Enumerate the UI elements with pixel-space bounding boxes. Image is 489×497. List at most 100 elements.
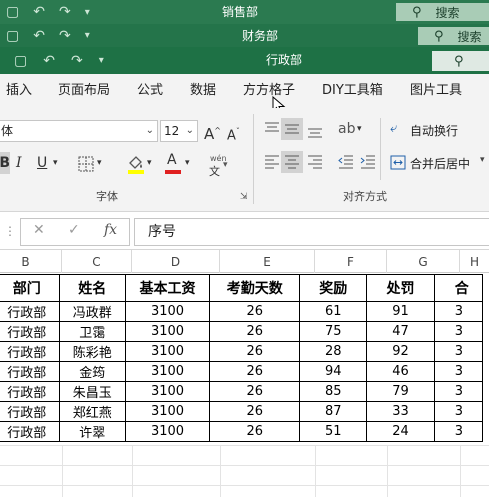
table-cell[interactable]: 3 bbox=[433, 401, 484, 422]
tab-diy-toolbox[interactable]: DIY工具箱 bbox=[322, 74, 383, 108]
customize-icon[interactable]: ▾ bbox=[85, 30, 90, 41]
table-cell[interactable]: 行政部 bbox=[0, 401, 60, 422]
search-box[interactable]: ⚲ 搜索 bbox=[418, 27, 489, 45]
name-cell[interactable]: 陈彩艳 bbox=[58, 341, 126, 362]
table-cell[interactable]: 3 bbox=[433, 381, 484, 402]
undo-icon[interactable]: ↶ bbox=[43, 53, 55, 69]
column-header-h[interactable]: H bbox=[460, 250, 489, 273]
save-icon[interactable]: ▢ bbox=[6, 4, 19, 20]
table-cell[interactable]: 51 bbox=[299, 421, 368, 442]
search-box[interactable]: ⚲ bbox=[432, 51, 489, 71]
undo-icon[interactable]: ↶ bbox=[33, 4, 45, 20]
table-cell[interactable]: 行政部 bbox=[0, 341, 60, 362]
table-cell[interactable]: 3100 bbox=[124, 361, 211, 382]
table-cell[interactable]: 3100 bbox=[124, 381, 211, 402]
table-cell[interactable]: 61 bbox=[299, 301, 368, 322]
resize-handle-icon[interactable]: ⋮ bbox=[4, 224, 16, 238]
borders-icon[interactable] bbox=[78, 156, 94, 172]
table-cell[interactable]: 85 bbox=[299, 381, 368, 402]
align-top-icon[interactable] bbox=[264, 122, 280, 136]
tab-insert[interactable]: 插入 bbox=[6, 74, 32, 108]
name-cell[interactable]: 金筠 bbox=[58, 361, 126, 382]
table-cell[interactable]: 94 bbox=[299, 361, 368, 382]
table-cell[interactable]: 26 bbox=[209, 321, 301, 342]
tab-data[interactable]: 数据 bbox=[190, 74, 216, 108]
table-cell[interactable]: 28 bbox=[299, 341, 368, 362]
table-cell[interactable]: 3100 bbox=[124, 401, 211, 422]
chevron-down-icon[interactable]: ⌄ bbox=[146, 121, 154, 141]
formula-input[interactable] bbox=[134, 218, 489, 246]
header-cell[interactable]: 基本工资 bbox=[124, 274, 211, 302]
table-cell[interactable]: 3 bbox=[433, 321, 484, 342]
column-header-f[interactable]: F bbox=[315, 250, 387, 273]
header-cell[interactable]: 考勤天数 bbox=[209, 274, 301, 302]
tab-fangfang-gezi[interactable]: 方方格子 bbox=[243, 74, 295, 108]
align-middle-button[interactable] bbox=[281, 118, 303, 140]
table-cell[interactable]: 3 bbox=[433, 341, 484, 362]
save-icon[interactable]: ▢ bbox=[6, 28, 19, 44]
redo-icon[interactable]: ↷ bbox=[71, 53, 83, 69]
table-cell[interactable]: 26 bbox=[209, 341, 301, 362]
name-cell[interactable]: 卫霭 bbox=[58, 321, 126, 342]
table-cell[interactable]: 87 bbox=[299, 401, 368, 422]
chevron-down-icon[interactable]: ▾ bbox=[357, 118, 362, 140]
header-cell[interactable]: 奖励 bbox=[299, 274, 368, 302]
align-left-icon[interactable] bbox=[264, 155, 280, 169]
table-cell[interactable]: 26 bbox=[209, 401, 301, 422]
customize-icon[interactable]: ▾ bbox=[85, 7, 90, 18]
table-cell[interactable]: 行政部 bbox=[0, 361, 60, 382]
table-cell[interactable]: 行政部 bbox=[0, 421, 60, 442]
table-cell[interactable]: 3100 bbox=[124, 301, 211, 322]
enter-icon[interactable]: ✓ bbox=[68, 222, 80, 238]
chevron-down-icon[interactable]: ▾ bbox=[97, 152, 102, 174]
underline-button[interactable]: U bbox=[37, 152, 47, 174]
header-cell[interactable]: 姓名 bbox=[58, 274, 126, 302]
column-header-e[interactable]: E bbox=[220, 250, 315, 273]
shrink-font-button[interactable]: Aˇ bbox=[227, 121, 240, 147]
decrease-indent-icon[interactable] bbox=[338, 155, 354, 169]
header-cell[interactable]: 部门 bbox=[0, 274, 60, 302]
phonetic-guide-button[interactable]: wén 文 ▾ bbox=[207, 154, 233, 178]
tab-picture-tools[interactable]: 图片工具 bbox=[410, 74, 462, 108]
table-cell[interactable]: 75 bbox=[299, 321, 368, 342]
insert-function-icon[interactable]: fx bbox=[104, 222, 117, 238]
name-cell[interactable]: 朱昌玉 bbox=[58, 381, 126, 402]
table-cell[interactable]: 24 bbox=[366, 421, 435, 442]
table-cell[interactable]: 46 bbox=[366, 361, 435, 382]
column-header-c[interactable]: C bbox=[62, 250, 132, 273]
cancel-icon[interactable]: ✕ bbox=[33, 222, 45, 238]
align-center-button[interactable] bbox=[281, 151, 303, 173]
header-cell[interactable]: 合 bbox=[433, 274, 484, 302]
chevron-down-icon[interactable]: ▾ bbox=[185, 152, 190, 174]
customize-icon[interactable]: ▾ bbox=[99, 55, 104, 66]
header-cell[interactable]: 处罚 bbox=[366, 274, 435, 302]
table-cell[interactable]: 26 bbox=[209, 421, 301, 442]
font-name-combo[interactable]: 体 ⌄ bbox=[0, 120, 158, 142]
table-cell[interactable]: 行政部 bbox=[0, 321, 60, 342]
grow-font-button[interactable]: A^ bbox=[204, 120, 221, 145]
table-cell[interactable]: 3 bbox=[433, 361, 484, 382]
align-right-icon[interactable] bbox=[307, 155, 323, 169]
table-cell[interactable]: 行政部 bbox=[0, 381, 60, 402]
name-cell[interactable]: 郑红燕 bbox=[58, 401, 126, 422]
bold-button[interactable]: B bbox=[0, 152, 10, 174]
table-cell[interactable]: 3100 bbox=[124, 321, 211, 342]
table-cell[interactable]: 3100 bbox=[124, 421, 211, 442]
fill-color-icon[interactable] bbox=[127, 154, 145, 174]
chevron-down-icon[interactable]: ▾ bbox=[480, 155, 485, 165]
font-color-button[interactable]: A bbox=[165, 152, 181, 174]
font-size-combo[interactable]: 12 ⌄ bbox=[160, 120, 198, 142]
name-cell[interactable]: 许翠 bbox=[58, 421, 126, 442]
italic-button[interactable]: I bbox=[16, 152, 22, 174]
undo-icon[interactable]: ↶ bbox=[33, 28, 45, 44]
table-cell[interactable]: 92 bbox=[366, 341, 435, 362]
chevron-down-icon[interactable]: ▾ bbox=[147, 152, 152, 174]
column-header-b[interactable]: B bbox=[0, 250, 62, 273]
chevron-down-icon[interactable]: ⌄ bbox=[186, 121, 194, 141]
table-cell[interactable]: 3 bbox=[433, 421, 484, 442]
redo-icon[interactable]: ↷ bbox=[59, 28, 71, 44]
name-cell[interactable]: 冯政群 bbox=[58, 301, 126, 322]
table-cell[interactable]: 91 bbox=[366, 301, 435, 322]
table-cell[interactable]: 33 bbox=[366, 401, 435, 422]
table-cell[interactable]: 26 bbox=[209, 301, 301, 322]
